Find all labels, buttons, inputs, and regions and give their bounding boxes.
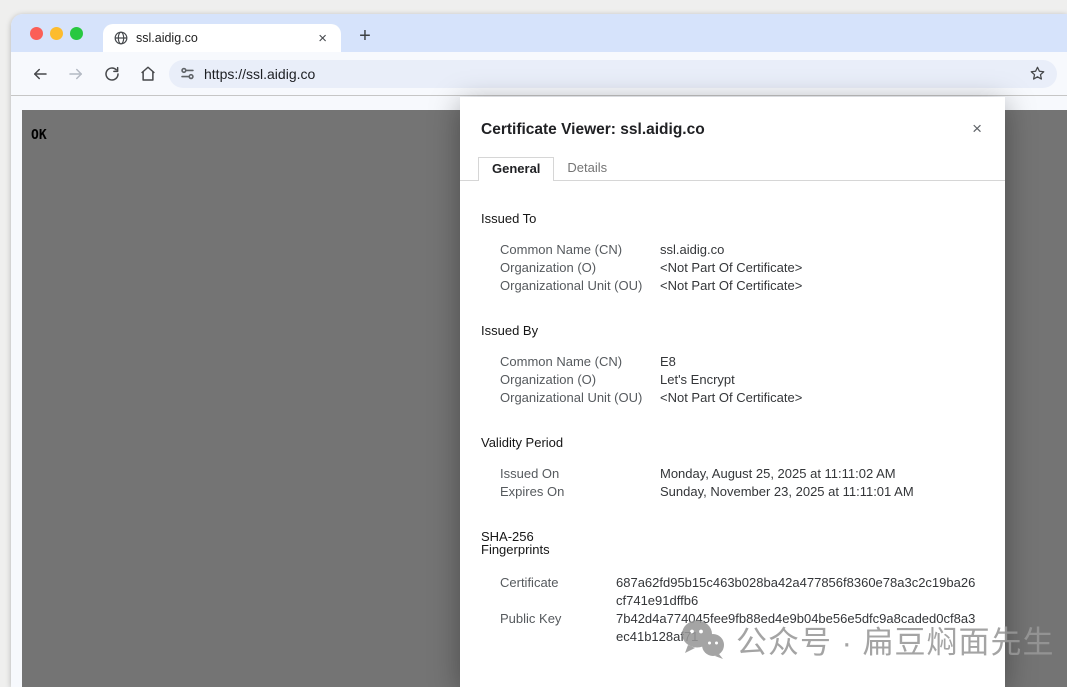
field-label: Certificate [500, 575, 559, 590]
traffic-lights [30, 27, 83, 40]
zoom-window-button[interactable] [70, 27, 83, 40]
dialog-close-icon[interactable]: × [968, 118, 986, 139]
cert-field-row: Certificate 687a62fd95b15c463b028ba42a47… [481, 574, 984, 610]
field-value: E8 [660, 354, 676, 369]
fingerprint-line: 687a62fd95b15c463b028ba42a477856f8360e78… [616, 575, 976, 590]
section-issued-by: Issued By Common Name (CN) E8 Organizati… [481, 324, 984, 407]
section-validity-period: Validity Period Issued On Monday, August… [481, 436, 984, 501]
field-value: Let's Encrypt [660, 372, 735, 387]
tab-general[interactable]: General [478, 157, 555, 181]
fingerprint-value: 687a62fd95b15c463b028ba42a477856f8360e78… [616, 574, 984, 610]
browser-toolbar: https://ssl.aidig.co [11, 52, 1067, 96]
field-label: Common Name (CN) [500, 354, 623, 369]
url-text: https://ssl.aidig.co [204, 65, 316, 82]
fingerprint-line: 7b42d4a774045fee9fb88ed4e9b04be56e5dfc9a… [616, 611, 976, 626]
cert-field-row: Common Name (CN) ssl.aidig.co [481, 241, 984, 259]
forward-button[interactable] [61, 60, 90, 88]
field-value: ssl.aidig.co [660, 242, 725, 257]
tab-title: ssl.aidig.co [136, 31, 198, 45]
tab-close-icon[interactable]: × [314, 29, 331, 48]
field-value: <Not Part Of Certificate> [660, 260, 803, 275]
section-heading: Issued To [481, 211, 537, 226]
address-bar[interactable]: https://ssl.aidig.co [169, 59, 1057, 88]
certificate-viewer-dialog: Certificate Viewer: ssl.aidig.co × Gener… [460, 97, 1005, 687]
new-tab-button[interactable]: + [351, 23, 379, 51]
browser-tab[interactable]: ssl.aidig.co × [103, 24, 341, 52]
field-value: Monday, August 25, 2025 at 11:11:02 AM [660, 466, 896, 481]
globe-icon [114, 31, 128, 45]
dialog-title: Certificate Viewer: ssl.aidig.co [481, 121, 705, 138]
fingerprint-line: ec41b128af71 [616, 629, 699, 644]
field-value: <Not Part Of Certificate> [660, 390, 803, 405]
close-window-button[interactable] [30, 27, 43, 40]
cert-field-row: Expires On Sunday, November 23, 2025 at … [481, 483, 984, 501]
section-issued-to: Issued To Common Name (CN) ssl.aidig.co … [481, 212, 984, 295]
section-heading: Validity Period [481, 435, 564, 450]
section-sha256-fingerprints: SHA-256 Fingerprints Certificate 687a62f… [481, 530, 984, 646]
field-value: Sunday, November 23, 2025 at 11:11:01 AM [660, 484, 914, 499]
field-label: Issued On [500, 466, 560, 481]
field-label: Organization (O) [500, 260, 597, 275]
bookmark-star-icon[interactable] [1029, 65, 1046, 82]
dialog-body: Issued To Common Name (CN) ssl.aidig.co … [460, 181, 1005, 646]
field-label: Public Key [500, 611, 562, 626]
cert-field-row: Organizational Unit (OU) <Not Part Of Ce… [481, 277, 984, 295]
tab-strip: ssl.aidig.co × + [11, 14, 1067, 52]
cert-field-row: Organizational Unit (OU) <Not Part Of Ce… [481, 389, 984, 407]
cert-field-row: Organization (O) <Not Part Of Certificat… [481, 259, 984, 277]
section-heading: SHA-256 Fingerprints [481, 529, 550, 557]
reload-button[interactable] [97, 60, 126, 88]
tab-details[interactable]: Details [554, 157, 620, 180]
cert-field-row: Common Name (CN) E8 [481, 353, 984, 371]
cert-field-row: Issued On Monday, August 25, 2025 at 11:… [481, 465, 984, 483]
cert-field-row: Organization (O) Let's Encrypt [481, 371, 984, 389]
field-label: Common Name (CN) [500, 242, 623, 257]
minimize-window-button[interactable] [50, 27, 63, 40]
field-label: Organization (O) [500, 372, 597, 387]
back-button[interactable] [25, 60, 54, 88]
section-heading: Issued By [481, 323, 539, 338]
fingerprint-line: cf741e91dffb6 [616, 593, 699, 608]
dialog-header: Certificate Viewer: ssl.aidig.co × [460, 97, 1005, 153]
field-label: Organizational Unit (OU) [500, 390, 643, 405]
home-button[interactable] [133, 60, 162, 88]
site-settings-icon[interactable] [180, 66, 195, 81]
dialog-tabbar: General Details [460, 157, 1005, 181]
field-label: Organizational Unit (OU) [500, 278, 643, 293]
cert-field-row: Public Key 7b42d4a774045fee9fb88ed4e9b04… [481, 610, 984, 646]
field-label: Expires On [500, 484, 565, 499]
field-value: <Not Part Of Certificate> [660, 278, 803, 293]
page-body-text: OK [31, 128, 47, 143]
fingerprint-value: 7b42d4a774045fee9fb88ed4e9b04be56e5dfc9a… [616, 610, 984, 646]
